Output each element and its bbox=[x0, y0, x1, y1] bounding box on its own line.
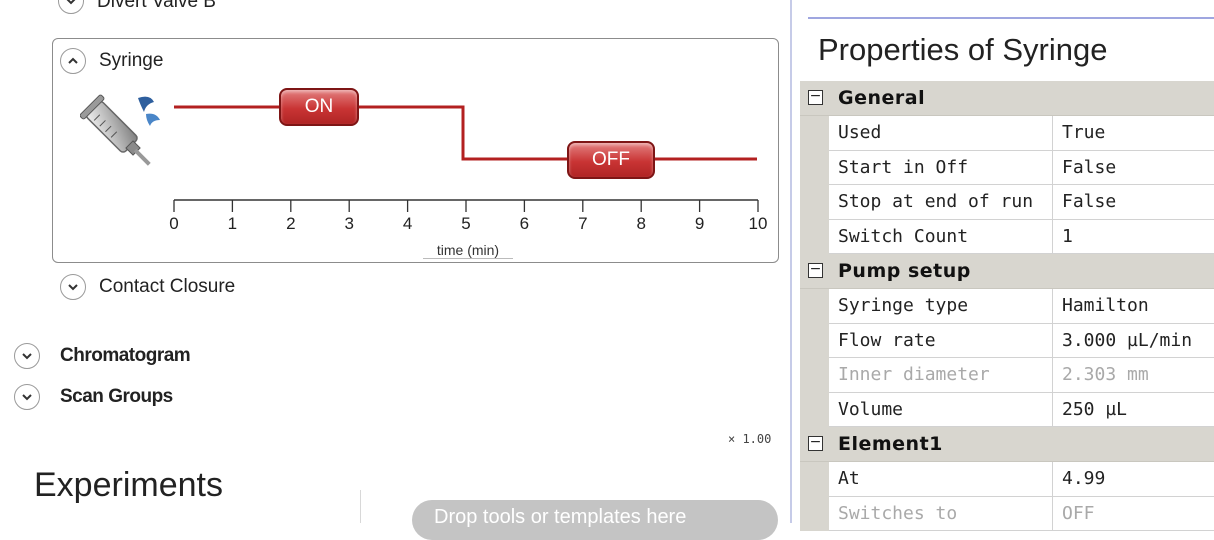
property-name: Flow rate bbox=[829, 323, 1053, 358]
property-name: Used bbox=[829, 116, 1053, 151]
pane-divider bbox=[808, 17, 1214, 19]
property-name: Volume bbox=[829, 392, 1053, 427]
property-value[interactable]: True bbox=[1053, 116, 1214, 151]
row-gutter bbox=[800, 289, 829, 324]
drop-target-hint[interactable]: Drop tools or templates here bbox=[412, 500, 778, 540]
time-axis-label: time (min) bbox=[423, 242, 513, 259]
property-row[interactable]: Stop at end of run False bbox=[800, 185, 1214, 220]
category-element1[interactable]: − Element1 bbox=[800, 427, 1214, 462]
axis-tick-label: 2 bbox=[286, 214, 296, 233]
off-state-marker[interactable]: OFF bbox=[567, 141, 655, 179]
axis-tick-label: 6 bbox=[519, 214, 530, 233]
experiments-title: Experiments bbox=[34, 466, 223, 504]
axis-tick-label: 3 bbox=[344, 214, 354, 233]
property-name: Syringe type bbox=[829, 289, 1053, 324]
divert-valve-label: Divert Valve B bbox=[97, 0, 216, 12]
scan-groups-label: Scan Groups bbox=[60, 386, 173, 407]
axis-tick-label: 8 bbox=[636, 214, 646, 233]
chromatogram-expander[interactable] bbox=[14, 343, 40, 369]
chevron-down-icon bbox=[68, 284, 78, 291]
axis-tick-label: 0 bbox=[169, 214, 179, 233]
property-value[interactable]: 1 bbox=[1053, 220, 1214, 254]
property-name: Inner diameter bbox=[829, 358, 1053, 393]
property-row[interactable]: Switches to OFF bbox=[800, 496, 1214, 531]
contact-closure-expander[interactable] bbox=[60, 274, 86, 300]
row-gutter bbox=[800, 323, 829, 358]
property-value[interactable]: 4.99 bbox=[1053, 462, 1214, 497]
property-value[interactable]: False bbox=[1053, 151, 1214, 185]
timeline-signal bbox=[174, 105, 757, 161]
property-value[interactable]: False bbox=[1053, 185, 1214, 220]
property-row[interactable]: Used True bbox=[800, 116, 1214, 151]
axis-tick-label: 10 bbox=[748, 214, 768, 233]
row-gutter bbox=[800, 496, 829, 531]
property-row[interactable]: Syringe type Hamilton bbox=[800, 289, 1214, 324]
property-row[interactable]: Flow rate 3.000 µL/min bbox=[800, 323, 1214, 358]
property-row[interactable]: Start in Off False bbox=[800, 150, 1214, 185]
axis-tick-label: 4 bbox=[402, 214, 413, 233]
row-gutter bbox=[800, 392, 829, 427]
property-value[interactable]: 3.000 µL/min bbox=[1053, 324, 1214, 358]
category-label: Pump setup bbox=[838, 260, 971, 282]
axis-tick-label: 7 bbox=[578, 214, 588, 233]
axis-tick-label: 5 bbox=[461, 214, 471, 233]
syringe-icon bbox=[80, 94, 160, 166]
property-row[interactable]: Switch Count 1 bbox=[800, 219, 1214, 254]
chevron-down-icon bbox=[66, 0, 76, 5]
property-row[interactable]: At 4.99 bbox=[800, 462, 1214, 497]
property-row[interactable]: Volume 250 µL bbox=[800, 392, 1214, 427]
row-gutter bbox=[800, 462, 829, 497]
chevron-down-icon bbox=[22, 353, 32, 360]
property-name: Switch Count bbox=[829, 219, 1053, 254]
collapse-icon[interactable]: − bbox=[808, 262, 823, 278]
row-gutter bbox=[800, 219, 829, 254]
property-value[interactable]: 250 µL bbox=[1053, 393, 1214, 427]
property-value[interactable]: Hamilton bbox=[1053, 289, 1214, 324]
contact-closure-label: Contact Closure bbox=[99, 276, 236, 297]
chevron-down-icon bbox=[22, 394, 32, 401]
property-value: OFF bbox=[1053, 497, 1214, 531]
property-row[interactable]: Inner diameter 2.303 mm bbox=[800, 358, 1214, 393]
row-gutter bbox=[800, 185, 829, 220]
collapse-icon[interactable]: − bbox=[808, 435, 823, 451]
category-label: General bbox=[838, 87, 926, 109]
axis-tick-label: 1 bbox=[227, 214, 238, 233]
properties-title: Properties of Syringe bbox=[818, 32, 1108, 67]
property-name: Stop at end of run bbox=[829, 185, 1053, 220]
category-pump-setup[interactable]: − Pump setup bbox=[800, 254, 1214, 289]
row-gutter bbox=[800, 116, 829, 151]
on-state-marker[interactable]: ON bbox=[279, 88, 359, 126]
scan-groups-expander[interactable] bbox=[14, 384, 40, 410]
property-name: Switches to bbox=[829, 496, 1053, 531]
syringe-label: Syringe bbox=[99, 50, 164, 71]
chevron-up-icon bbox=[68, 57, 78, 64]
row-gutter bbox=[800, 358, 829, 393]
collapse-icon[interactable]: − bbox=[808, 89, 823, 105]
category-label: Element1 bbox=[838, 433, 943, 455]
divider bbox=[360, 490, 361, 523]
syringe-collapse-button[interactable] bbox=[60, 48, 86, 74]
divert-valve-expander[interactable] bbox=[58, 0, 84, 14]
property-name: Start in Off bbox=[829, 150, 1053, 185]
category-general[interactable]: − General bbox=[800, 81, 1214, 116]
chromatogram-label: Chromatogram bbox=[60, 345, 191, 366]
property-value: 2.303 mm bbox=[1053, 358, 1214, 393]
axis-tick-label: 9 bbox=[694, 214, 705, 233]
zoom-level[interactable]: × 1.00 bbox=[728, 432, 771, 446]
property-name: At bbox=[829, 462, 1053, 497]
time-axis bbox=[173, 199, 759, 212]
row-gutter bbox=[800, 150, 829, 185]
